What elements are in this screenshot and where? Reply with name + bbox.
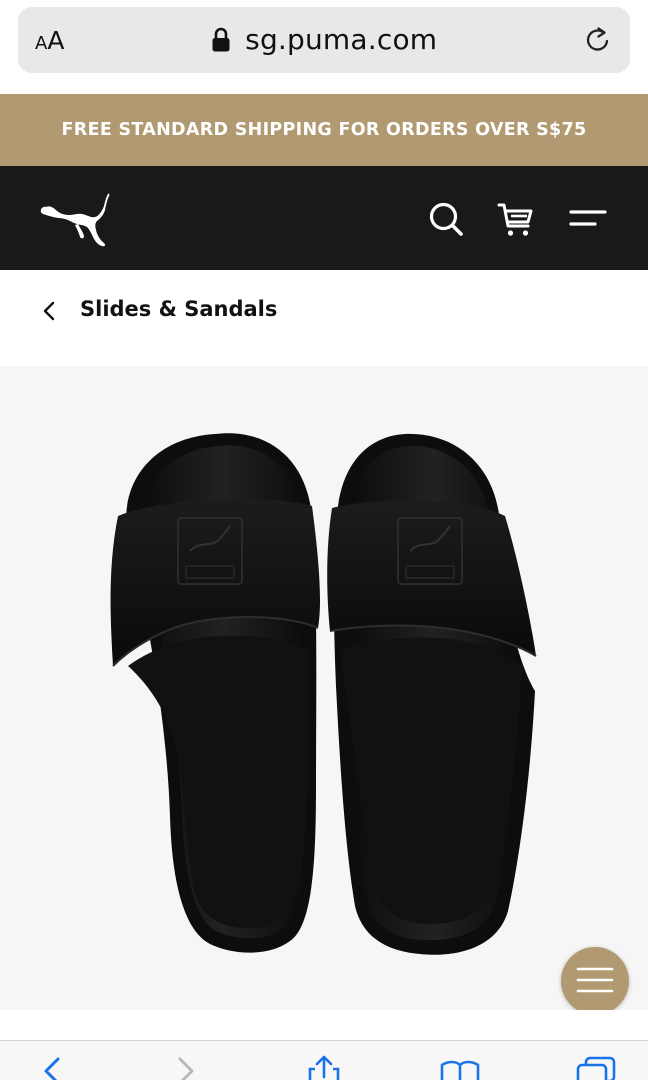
- search-icon[interactable]: [427, 200, 465, 238]
- floating-menu-button[interactable]: [561, 947, 629, 1015]
- lock-icon: [212, 27, 230, 51]
- menu-icon[interactable]: [569, 200, 607, 238]
- cart-icon[interactable]: [497, 200, 535, 238]
- product-image[interactable]: [0, 366, 648, 1010]
- page-spacer: [0, 1010, 648, 1040]
- site-header: [0, 166, 648, 270]
- sandals-illustration: [110, 433, 537, 955]
- right-sandal: [327, 433, 537, 955]
- browser-address-area: AA sg.puma.com: [0, 0, 648, 94]
- back-icon[interactable]: [30, 1055, 74, 1080]
- chevron-left-icon[interactable]: [40, 300, 60, 322]
- url-text[interactable]: sg.puma.com: [245, 23, 437, 56]
- puma-logo-icon[interactable]: [38, 192, 112, 248]
- hamburger-icon: [576, 967, 614, 993]
- breadcrumb-label[interactable]: Slides & Sandals: [80, 297, 277, 321]
- promo-text: FREE STANDARD SHIPPING FOR ORDERS OVER S…: [61, 120, 587, 140]
- tabs-icon[interactable]: [574, 1055, 618, 1080]
- browser-toolbar: [0, 1040, 648, 1080]
- promo-banner[interactable]: FREE STANDARD SHIPPING FOR ORDERS OVER S…: [0, 94, 648, 166]
- bookmarks-icon[interactable]: [438, 1055, 482, 1080]
- left-sandal: [110, 433, 320, 953]
- forward-icon[interactable]: [164, 1055, 208, 1080]
- reload-icon[interactable]: [583, 25, 613, 55]
- breadcrumb[interactable]: Slides & Sandals: [0, 270, 648, 366]
- address-bar[interactable]: AA sg.puma.com: [18, 7, 630, 73]
- share-icon[interactable]: [302, 1055, 346, 1080]
